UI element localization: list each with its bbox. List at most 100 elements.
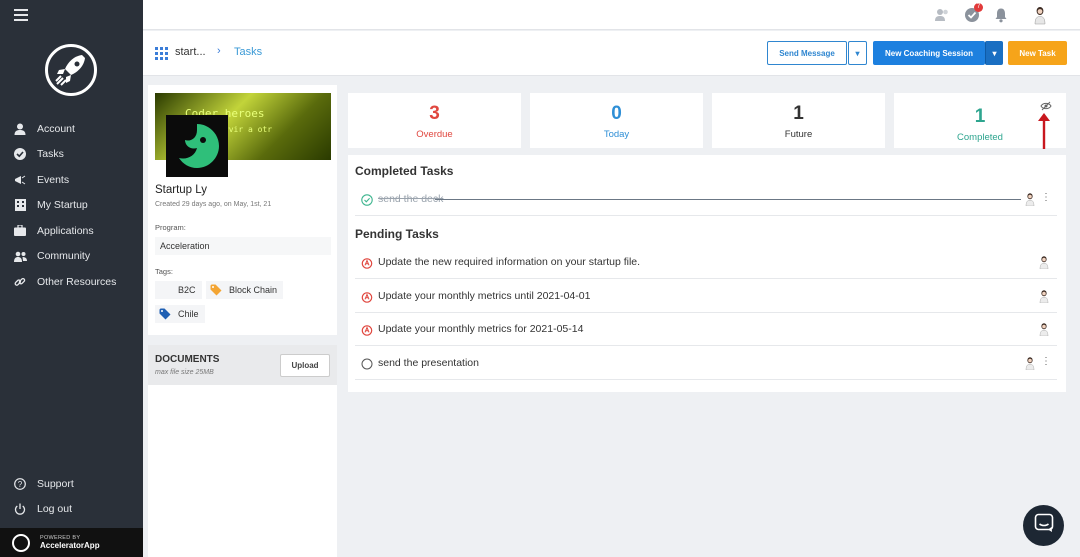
sidebar: Account Tasks Events My Startup Applicat… [0,0,143,557]
task-row[interactable]: Update your monthly metrics until 2021-0… [355,280,1057,313]
sidebar-item-label: Tasks [37,148,64,161]
caret-down-icon: ▾ [855,48,860,58]
overdue-alarm-icon[interactable] [361,323,373,336]
sidebar-item-label: Community [37,250,91,263]
sidebar-item-other-resources[interactable]: Other Resources [0,269,143,295]
rocket-logo[interactable] [45,44,97,96]
users-switch-icon[interactable] [934,7,950,23]
assignee-avatar[interactable] [1023,356,1037,371]
sidebar-nav: Account Tasks Events My Startup Applicat… [0,116,143,295]
assignee-avatar[interactable] [1037,289,1051,304]
bell-icon[interactable] [993,7,1009,23]
breadcrumb-startup[interactable]: start... [175,46,206,58]
link-icon [13,275,27,289]
task-text: send the deck [378,193,444,205]
task-row[interactable]: send the deck ⋮ [355,183,1057,216]
power-icon [13,502,27,516]
tag-b2c[interactable]: B2C [155,281,202,299]
caret-down-icon: ▾ [992,48,997,58]
created-date: Created 29 days ago, on May, 1st, 21 [155,201,272,208]
tag-icon [159,284,171,296]
stat-value: 0 [611,103,622,124]
users-icon [13,249,27,263]
startup-name: Startup Ly [155,184,207,196]
documents-title: DOCUMENTS [155,354,220,365]
stat-value: 3 [429,103,440,124]
help-icon: ? [13,477,27,491]
stat-today[interactable]: 0 Today [530,93,703,148]
tag-chile[interactable]: Chile [155,305,205,323]
apps-grid-icon[interactable] [155,47,168,60]
upload-button[interactable]: Upload [280,354,330,377]
sidebar-item-label: Account [37,122,75,135]
pending-tasks-title: Pending Tasks [355,227,439,241]
stat-future[interactable]: 1 Future [712,93,885,148]
assignee-avatar[interactable] [1037,322,1051,337]
eye-slash-icon[interactable] [1040,98,1052,111]
stat-completed[interactable]: 1 Completed [894,93,1066,149]
chat-launcher-button[interactable] [1023,505,1064,546]
stat-value: 1 [793,103,804,124]
completed-tasks-title: Completed Tasks [355,164,454,178]
megaphone-icon [13,173,27,187]
tag-icon [159,308,171,320]
assignee-avatar[interactable] [1023,192,1037,207]
user-avatar[interactable] [1031,5,1049,25]
chevron-right-icon: › [217,45,221,57]
sidebar-item-label: Support [37,477,74,490]
sidebar-item-label: Log out [37,503,73,516]
overdue-alarm-icon[interactable] [361,256,373,269]
documents-size-note: max file size 25MB [155,369,214,376]
overdue-alarm-icon[interactable] [361,290,373,303]
sidebar-item-logout[interactable]: Log out [0,497,143,523]
tag-label: B2C [178,285,196,295]
program-value: Acceleration [155,237,331,255]
stat-label: Today [603,129,630,140]
powered-by-footer[interactable]: POWERED BY AcceleratorApp [0,528,143,557]
hamburger-menu-icon[interactable] [14,9,28,21]
empty-circle-icon[interactable] [361,357,373,370]
program-label: Program: [155,223,186,232]
task-row[interactable]: Update your monthly metrics for 2021-05-… [355,313,1057,346]
task-text: send the presentation [378,357,479,369]
task-text: Update your monthly metrics for 2021-05-… [378,323,584,335]
sidebar-item-community[interactable]: Community [0,244,143,270]
assignee-avatar[interactable] [1037,255,1051,270]
sidebar-item-label: Applications [37,224,94,237]
breadcrumb-tasks[interactable]: Tasks [234,46,262,58]
stat-overdue[interactable]: 3 Overdue [348,93,521,148]
sidebar-item-account[interactable]: Account [0,116,143,142]
tasks-panel: Completed Tasks send the deck ⋮ Pending … [348,155,1066,392]
sidebar-item-my-startup[interactable]: My Startup [0,193,143,219]
task-row[interactable]: Update the new required information on y… [355,246,1057,279]
new-coaching-session-button[interactable]: New Coaching Session [873,41,985,65]
tag-block-chain[interactable]: Block Chain [206,281,284,299]
stat-label: Overdue [416,129,453,140]
task-text: Update your monthly metrics until 2021-0… [378,290,591,302]
sidebar-item-label: My Startup [37,199,88,212]
send-message-button[interactable]: Send Message [767,41,847,65]
building-icon [13,198,27,212]
new-task-button[interactable]: New Task [1008,41,1067,65]
check-circle-icon[interactable] [361,193,373,206]
notification-count-badge: 7 [974,3,983,12]
task-text: Update the new required information on y… [378,256,641,268]
tag-label: Chile [178,309,199,319]
startup-profile-card: Coder heroes PHP Servir a otr Startup Ly… [148,85,337,335]
documents-panel: DOCUMENTS max file size 25MB Upload [148,345,337,557]
check-circle-icon [13,147,27,161]
more-vertical-icon[interactable]: ⋮ [1041,357,1051,367]
rocket-logo-small-icon [12,533,30,552]
more-vertical-icon[interactable]: ⋮ [1041,193,1051,203]
strikethrough-line [435,199,1021,200]
documents-header: DOCUMENTS max file size 25MB Upload [148,345,337,385]
new-coaching-session-dropdown-button[interactable]: ▾ [985,41,1003,65]
sidebar-item-support[interactable]: ? Support [0,471,143,497]
sidebar-item-tasks[interactable]: Tasks [0,142,143,168]
send-message-dropdown-button[interactable]: ▾ [848,41,867,65]
sidebar-item-applications[interactable]: Applications [0,218,143,244]
sidebar-item-events[interactable]: Events [0,167,143,193]
task-row[interactable]: send the presentation ⋮ [355,347,1057,380]
tag-icon [210,284,222,296]
page-header: start... › Tasks Send Message ▾ New Coac… [143,31,1080,76]
